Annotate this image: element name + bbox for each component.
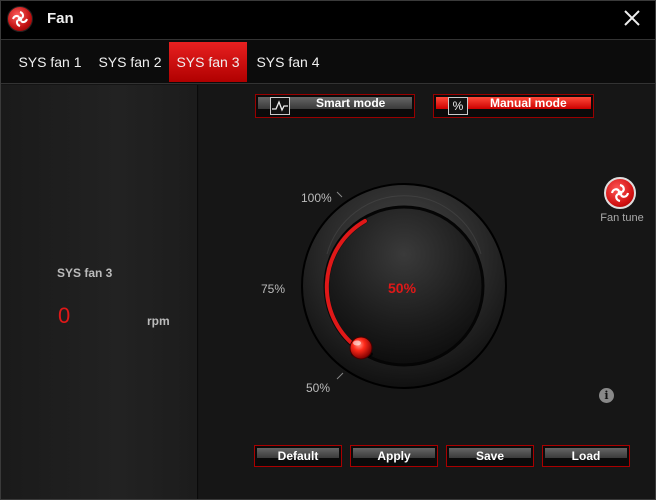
percent-icon-text: % bbox=[452, 99, 464, 113]
close-icon[interactable] bbox=[621, 7, 643, 29]
dial-label-min: 50% bbox=[306, 381, 331, 395]
tab-sys-fan-2[interactable]: SYS fan 2 bbox=[91, 42, 169, 82]
tab-sys-fan-1[interactable]: SYS fan 1 bbox=[11, 42, 89, 82]
tab-sys-fan-4[interactable]: SYS fan 4 bbox=[249, 42, 327, 82]
fan-name-label: SYS fan 3 bbox=[57, 266, 113, 280]
fan-tune-button[interactable]: Fan tune bbox=[597, 177, 647, 224]
window-title: Fan bbox=[47, 10, 74, 27]
dial-label-mid: 75% bbox=[261, 282, 286, 296]
rpm-value: 0 bbox=[58, 303, 71, 328]
default-button-label: Default bbox=[277, 449, 319, 463]
manual-mode-label: Manual mode bbox=[490, 96, 567, 110]
app-logo-icon bbox=[7, 6, 33, 32]
apply-button[interactable]: Apply bbox=[350, 445, 438, 467]
fan-tabs: SYS fan 1 SYS fan 2 SYS fan 3 SYS fan 4 bbox=[1, 39, 655, 84]
default-button[interactable]: Default bbox=[254, 445, 342, 467]
fan-status-panel: SYS fan 3 0 rpm bbox=[1, 85, 198, 499]
smart-mode-label: Smart mode bbox=[316, 96, 386, 110]
fan-window: Fan SYS fan 1 SYS fan 2 SYS fan 3 SYS fa… bbox=[0, 0, 656, 500]
fan-tune-label: Fan tune bbox=[600, 212, 644, 224]
curve-graph-icon bbox=[270, 97, 290, 115]
manual-mode-button[interactable]: % Manual mode bbox=[433, 94, 594, 118]
load-button-label: Load bbox=[571, 449, 601, 463]
close-button[interactable] bbox=[621, 7, 643, 29]
dial-tick-bottom bbox=[336, 372, 344, 380]
apply-button-label: Apply bbox=[377, 449, 411, 463]
save-button[interactable]: Save bbox=[446, 445, 534, 467]
percent-icon: % bbox=[448, 97, 468, 115]
load-button[interactable]: Load bbox=[542, 445, 630, 467]
smart-mode-button[interactable]: Smart mode bbox=[255, 94, 415, 118]
tab-sys-fan-3[interactable]: SYS fan 3 bbox=[169, 42, 247, 82]
dial-value: 50% bbox=[388, 280, 417, 296]
dial-label-max: 100% bbox=[301, 191, 332, 205]
fan-tune-icon bbox=[604, 177, 636, 209]
info-icon[interactable]: i bbox=[599, 388, 614, 403]
dial-tick-top bbox=[336, 191, 343, 198]
title-bar: Fan bbox=[1, 1, 655, 39]
rpm-unit: rpm bbox=[147, 314, 170, 328]
save-button-label: Save bbox=[475, 449, 505, 463]
